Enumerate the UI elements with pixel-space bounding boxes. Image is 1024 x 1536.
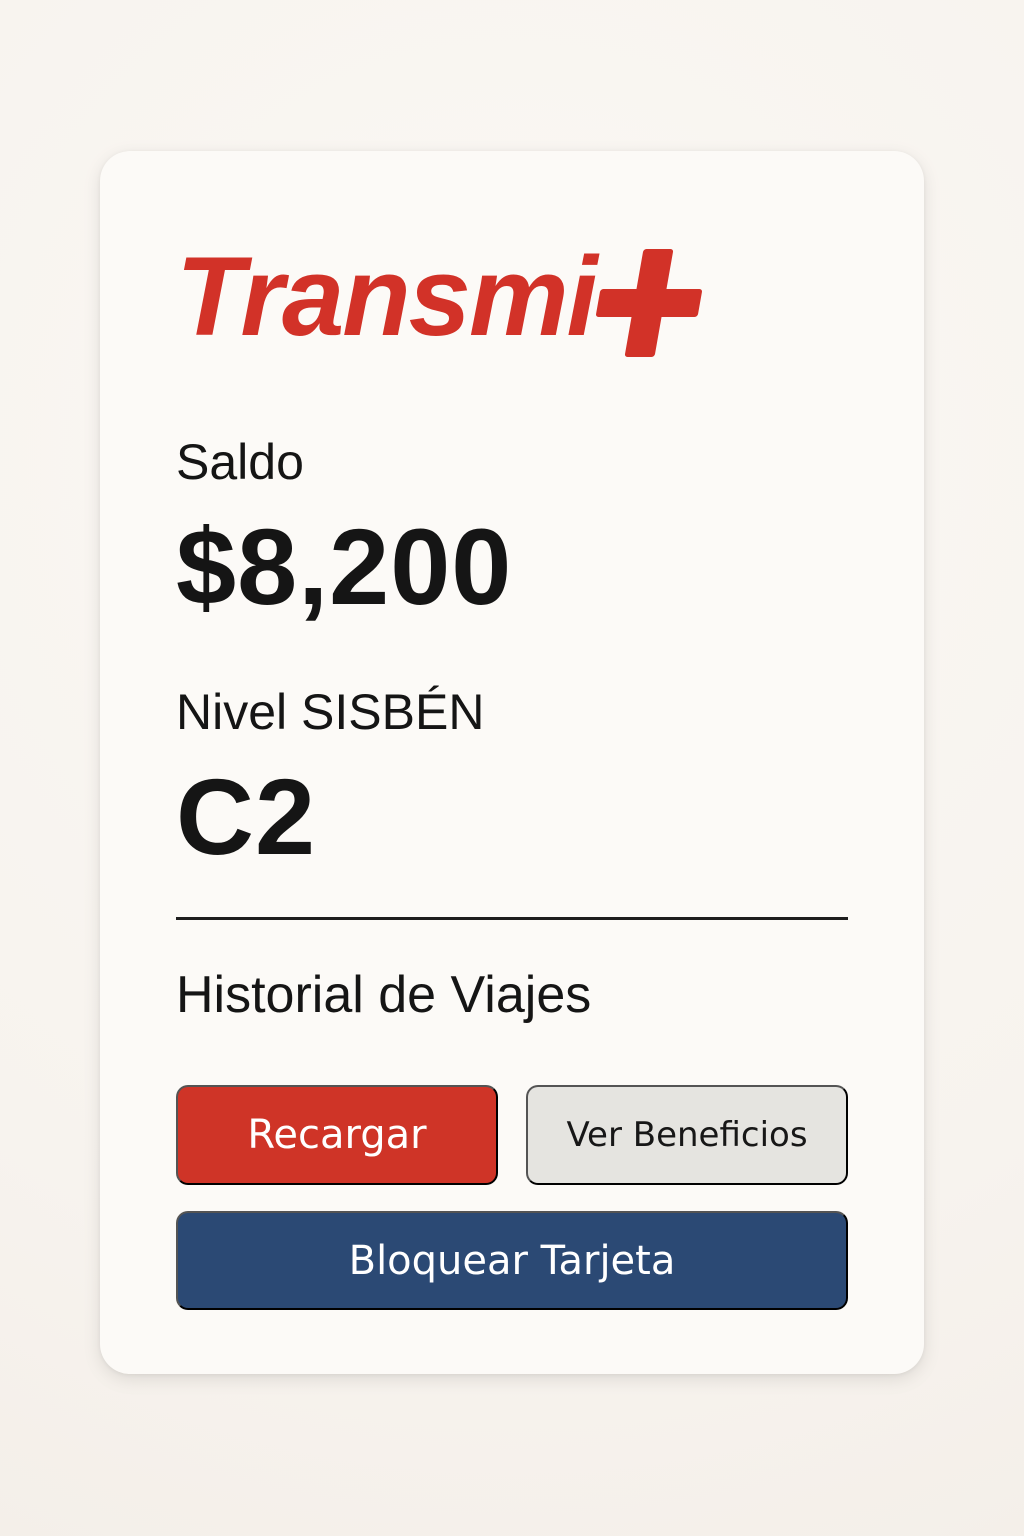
app-screen: Transmi Saldo $8,200 Nivel SISBÉN C2 His…	[0, 0, 1024, 1536]
view-benefits-button[interactable]: Ver Beneficios	[526, 1085, 848, 1185]
block-card-button[interactable]: Bloquear Tarjeta	[176, 1211, 848, 1310]
recharge-button[interactable]: Recargar	[176, 1085, 498, 1185]
sisben-value: C2	[176, 756, 317, 877]
sisben-label: Nivel SISBÉN	[176, 684, 485, 740]
brand-logo: Transmi	[176, 231, 856, 363]
balance-value: $8,200	[176, 506, 513, 627]
balance-label: Saldo	[176, 434, 304, 490]
brand-wordmark: Transmi	[176, 234, 598, 359]
trip-history-link[interactable]: Historial de Viajes	[176, 969, 591, 1021]
plus-icon	[588, 249, 709, 357]
transit-card-panel: Transmi Saldo $8,200 Nivel SISBÉN C2 His…	[100, 151, 924, 1374]
section-divider	[176, 917, 848, 920]
